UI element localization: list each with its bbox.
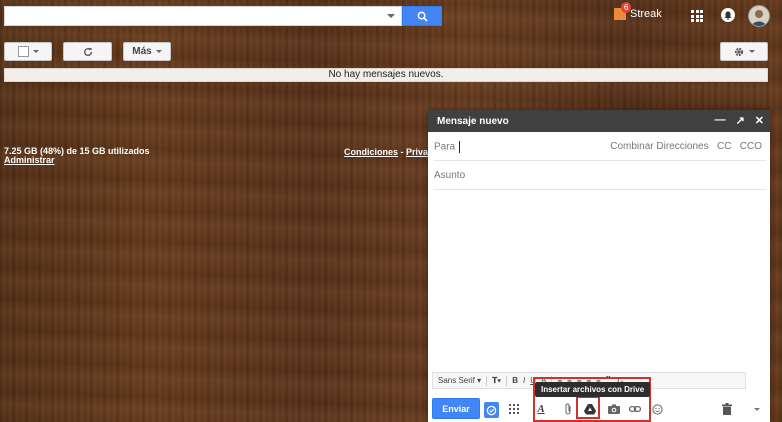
compose-header[interactable]: Mensaje nuevo — ↗ ✕ bbox=[428, 110, 770, 132]
text-cursor bbox=[459, 141, 461, 153]
search-options-chevron-down-icon[interactable] bbox=[387, 14, 395, 18]
search-icon bbox=[417, 11, 428, 22]
font-family-select[interactable]: Sans Serif ▾ bbox=[438, 376, 481, 385]
chevron-down-icon bbox=[32, 50, 39, 53]
compose-title: Mensaje nuevo bbox=[437, 116, 509, 127]
to-label: Para bbox=[434, 141, 456, 153]
merge-addresses-link[interactable]: Combinar Direcciones bbox=[610, 141, 708, 152]
search-input[interactable] bbox=[4, 6, 402, 26]
expand-icon[interactable]: ↗ bbox=[736, 114, 745, 127]
drive-highlight-box bbox=[576, 396, 600, 419]
search-button[interactable] bbox=[402, 6, 442, 26]
font-size-icon[interactable]: 𝐓▾ bbox=[492, 376, 501, 386]
message-body[interactable] bbox=[434, 190, 764, 370]
streak-button[interactable]: 6 Streak bbox=[614, 2, 662, 20]
streak-icon: 6 bbox=[614, 2, 632, 20]
chevron-down-icon bbox=[155, 50, 162, 53]
minimize-icon[interactable]: — bbox=[715, 114, 726, 127]
storage-info: 7.25 GB (48%) de 15 GB utilizados Admini… bbox=[4, 147, 150, 165]
send-button[interactable]: Enviar bbox=[432, 398, 480, 419]
notifications-bell-icon[interactable] bbox=[721, 8, 735, 22]
checkbox-icon bbox=[17, 46, 29, 57]
apps-grid-icon[interactable] bbox=[691, 10, 703, 22]
close-icon[interactable]: ✕ bbox=[755, 114, 764, 127]
to-field[interactable]: Para Combinar Direcciones CC CCO bbox=[434, 132, 766, 161]
drive-tooltip: Insertar archivos con Drive bbox=[535, 382, 651, 397]
avatar[interactable] bbox=[748, 5, 770, 27]
more-options-chevron-down-icon[interactable] bbox=[750, 402, 764, 416]
bold-icon[interactable]: B bbox=[512, 376, 518, 385]
manage-storage-link[interactable]: Administrar bbox=[4, 155, 55, 165]
emoji-icon[interactable] bbox=[650, 402, 664, 416]
chevron-down-icon bbox=[749, 50, 755, 53]
refresh-icon bbox=[83, 47, 92, 56]
footer-separator: - bbox=[398, 147, 407, 157]
schedule-send-icon[interactable] bbox=[484, 402, 499, 418]
more-button[interactable]: Más bbox=[123, 42, 171, 61]
select-checkbox-button[interactable] bbox=[4, 42, 52, 61]
streak-label: Streak bbox=[630, 8, 662, 20]
gear-icon bbox=[734, 47, 744, 56]
cc-link[interactable]: CC bbox=[717, 141, 731, 152]
trash-icon[interactable] bbox=[720, 402, 734, 416]
refresh-button[interactable] bbox=[63, 42, 112, 61]
terms-link[interactable]: Condiciones bbox=[344, 147, 398, 157]
bcc-link[interactable]: CCO bbox=[740, 141, 762, 152]
settings-button[interactable] bbox=[720, 42, 768, 61]
subject-field[interactable]: Asunto bbox=[434, 161, 766, 190]
italic-icon[interactable]: I bbox=[523, 376, 525, 385]
compose-window: Mensaje nuevo — ↗ ✕ Para Combinar Direcc… bbox=[428, 110, 770, 422]
apps-grid-icon[interactable] bbox=[507, 402, 521, 416]
subject-placeholder: Asunto bbox=[434, 170, 466, 181]
more-label: Más bbox=[132, 46, 152, 57]
empty-inbox-message: No hay mensajes nuevos. bbox=[4, 68, 768, 82]
